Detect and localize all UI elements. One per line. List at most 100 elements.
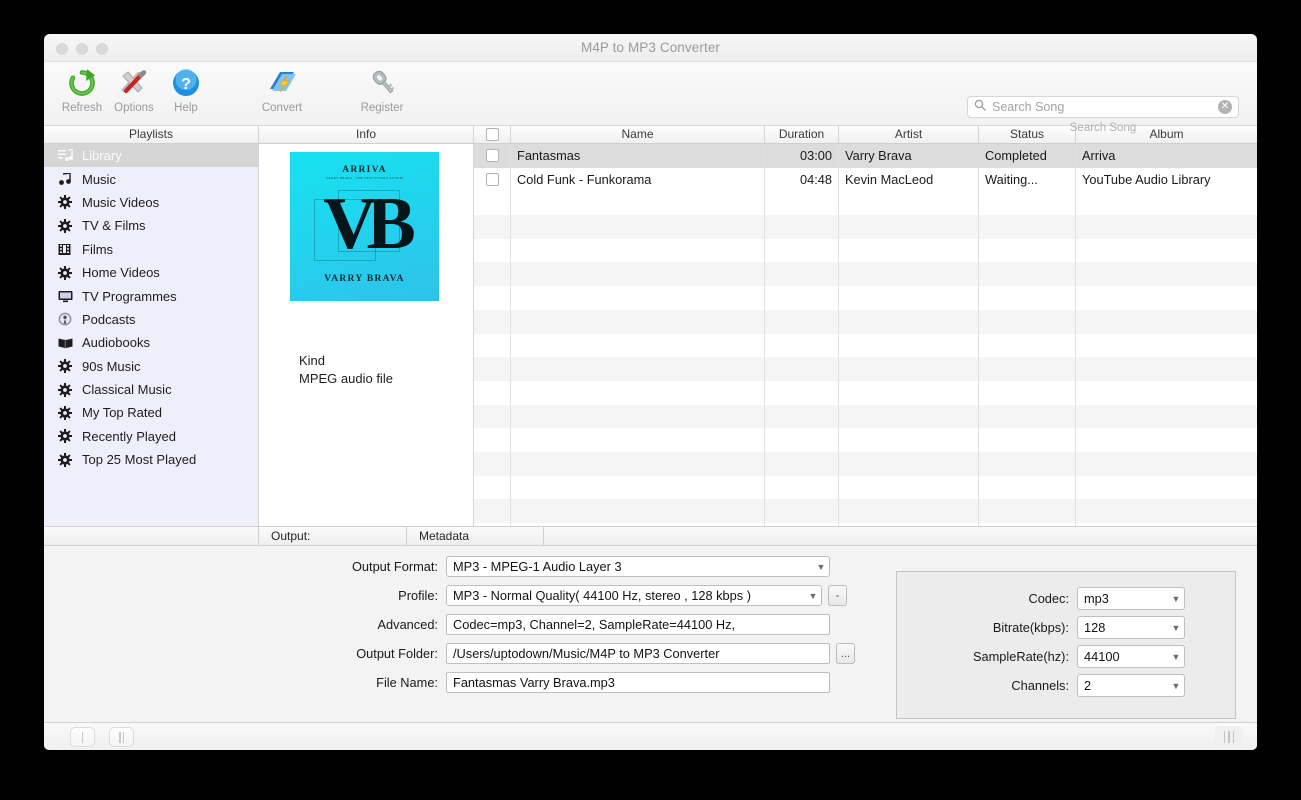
- table-row-empty: [474, 286, 1257, 310]
- table-row[interactable]: Cold Funk - Funkorama 04:48 Kevin MacLeo…: [474, 167, 1257, 192]
- sidebar-item-tv-programmes[interactable]: TV Programmes: [44, 284, 258, 307]
- browse-folder-button[interactable]: ...: [836, 643, 855, 664]
- sidebar-label: My Top Rated: [82, 405, 162, 421]
- pause-button[interactable]: [109, 727, 134, 747]
- table-row-empty: [474, 215, 1257, 239]
- table-row-empty: [474, 238, 1257, 263]
- sidebar-label: Films: [82, 241, 114, 257]
- monitor-icon: [58, 290, 80, 303]
- sidebar-item-top-25-most-played[interactable]: Top 25 Most Played: [44, 448, 258, 471]
- gear-icon: [58, 265, 80, 280]
- svg-text:?: ?: [181, 76, 191, 93]
- codec-label: Codec:: [1028, 591, 1069, 606]
- sidebar-label: Home Videos: [82, 265, 160, 281]
- kind-label: Kind: [299, 353, 326, 368]
- cell-status: Waiting...: [979, 167, 1076, 192]
- main-body: Library Music Music Videos TV & Films Fi…: [44, 144, 1257, 526]
- sidebar-label: Podcasts: [82, 311, 136, 327]
- sidebar-item-audiobooks[interactable]: Audiobooks: [44, 331, 258, 354]
- column-header-name[interactable]: Name: [511, 126, 765, 143]
- profile-select[interactable]: MP3 - Normal Quality( 44100 Hz, stereo ,…: [446, 585, 822, 606]
- artwork-subtitle: VARRY BRAVA · THE NEW STUDIO ALBUM: [325, 176, 403, 180]
- sidebar-item-library[interactable]: Library: [44, 144, 258, 168]
- options-icon: [119, 66, 149, 100]
- toolbar: Refresh Options ? Help Convert Register …: [44, 62, 1257, 134]
- refresh-label: Refresh: [61, 102, 103, 114]
- codec-select[interactable]: mp3 ▼: [1077, 587, 1185, 610]
- table-row-empty: [474, 380, 1257, 405]
- profile-label: Profile:: [398, 588, 438, 603]
- column-header-duration[interactable]: Duration: [765, 126, 839, 143]
- register-key-icon: [366, 66, 398, 100]
- help-button[interactable]: ? Help: [160, 66, 212, 114]
- sidebar-item-classical-music[interactable]: Classical Music: [44, 378, 258, 401]
- file-name-label: File Name:: [376, 675, 438, 690]
- select-all-checkbox[interactable]: [485, 128, 499, 141]
- output-format-select[interactable]: MP3 - MPEG-1 Audio Layer 3 ▼: [446, 556, 830, 577]
- tab-metadata[interactable]: Metadata: [407, 527, 544, 545]
- tab-output[interactable]: Output:: [259, 527, 407, 545]
- music-note-icon: [58, 172, 80, 186]
- tab-filler: [544, 527, 1257, 545]
- help-icon: ?: [171, 66, 201, 100]
- sidebar-label: Classical Music: [82, 382, 172, 398]
- podcast-icon: [58, 312, 80, 326]
- convert-icon: [266, 66, 298, 100]
- pause-bar-icon: [122, 731, 124, 743]
- sidebar-item-90s-music[interactable]: 90s Music: [44, 355, 258, 378]
- search-box[interactable]: ✕: [967, 96, 1239, 118]
- library-icon: [58, 149, 80, 162]
- row-checkbox-cell[interactable]: [474, 167, 511, 192]
- row-checkbox[interactable]: [485, 173, 499, 187]
- search-input[interactable]: [992, 100, 1218, 114]
- file-name-field[interactable]: Fantasmas Varry Brava.mp3: [446, 672, 830, 693]
- output-folder-field[interactable]: /Users/uptodown/Music/M4P to MP3 Convert…: [446, 643, 830, 664]
- search-area: ✕ Search Song: [967, 96, 1239, 134]
- codec-value: mp3: [1084, 591, 1109, 606]
- sidebar-item-podcasts[interactable]: Podcasts: [44, 308, 258, 331]
- cell-duration: 04:48: [765, 167, 839, 192]
- profile-value: MP3 - Normal Quality( 44100 Hz, stereo ,…: [453, 588, 752, 603]
- refresh-button[interactable]: Refresh: [56, 66, 108, 114]
- cell-duration: 03:00: [765, 144, 839, 168]
- table-row-empty: [474, 262, 1257, 287]
- chevron-down-icon: ▼: [1171, 622, 1181, 633]
- row-checkbox-cell[interactable]: [474, 144, 511, 168]
- sidebar-item-my-top-rated[interactable]: My Top Rated: [44, 401, 258, 424]
- samplerate-select[interactable]: 44100 ▼: [1077, 645, 1185, 668]
- register-button[interactable]: Register: [356, 66, 408, 114]
- cell-artist: Varry Brava: [839, 144, 979, 168]
- gear-icon: [58, 359, 80, 374]
- film-icon: [58, 243, 80, 256]
- output-format-label: Output Format:: [351, 559, 438, 574]
- advanced-label: Advanced:: [377, 617, 438, 632]
- track-table: Fantasmas 03:00 Varry Brava Completed Ar…: [474, 144, 1257, 526]
- cell-album: YouTube Audio Library: [1082, 171, 1211, 187]
- sidebar-item-home-videos[interactable]: Home Videos: [44, 261, 258, 284]
- table-row[interactable]: Fantasmas 03:00 Varry Brava Completed Ar…: [474, 144, 1257, 168]
- options-button[interactable]: Options: [108, 66, 160, 114]
- sidebar-item-music[interactable]: Music: [44, 167, 258, 190]
- bitrate-select[interactable]: 128 ▼: [1077, 616, 1185, 639]
- column-header-artist[interactable]: Artist: [839, 126, 979, 143]
- profile-remove-button[interactable]: -: [828, 585, 847, 606]
- channels-value: 2: [1084, 678, 1092, 693]
- sidebar-item-music-videos[interactable]: Music Videos: [44, 191, 258, 214]
- artwork-title: ARRIVA: [342, 165, 387, 175]
- convert-button[interactable]: Convert: [256, 66, 308, 114]
- clear-search-icon[interactable]: ✕: [1218, 100, 1232, 114]
- advanced-field[interactable]: Codec=mp3, Channel=2, SampleRate=44100 H…: [446, 614, 830, 635]
- row-checkbox[interactable]: [485, 149, 499, 163]
- channels-select[interactable]: 2 ▼: [1077, 674, 1185, 697]
- sidebar-item-tv-and-films[interactable]: TV & Films: [44, 214, 258, 237]
- output-form: Output Format: MP3 - MPEG-1 Audio Layer …: [44, 546, 1257, 722]
- gear-icon: [58, 195, 80, 210]
- resize-grip-icon[interactable]: [1215, 726, 1243, 748]
- samplerate-value: 44100: [1084, 649, 1120, 664]
- sidebar-label: TV Programmes: [82, 288, 177, 304]
- album-artwork: ARRIVA VARRY BRAVA · THE NEW STUDIO ALBU…: [290, 152, 439, 301]
- sidebar-item-films[interactable]: Films: [44, 238, 258, 261]
- sidebar-item-recently-played[interactable]: Recently Played: [44, 425, 258, 448]
- play-button[interactable]: [70, 727, 95, 747]
- column-header-checkbox[interactable]: [474, 126, 511, 143]
